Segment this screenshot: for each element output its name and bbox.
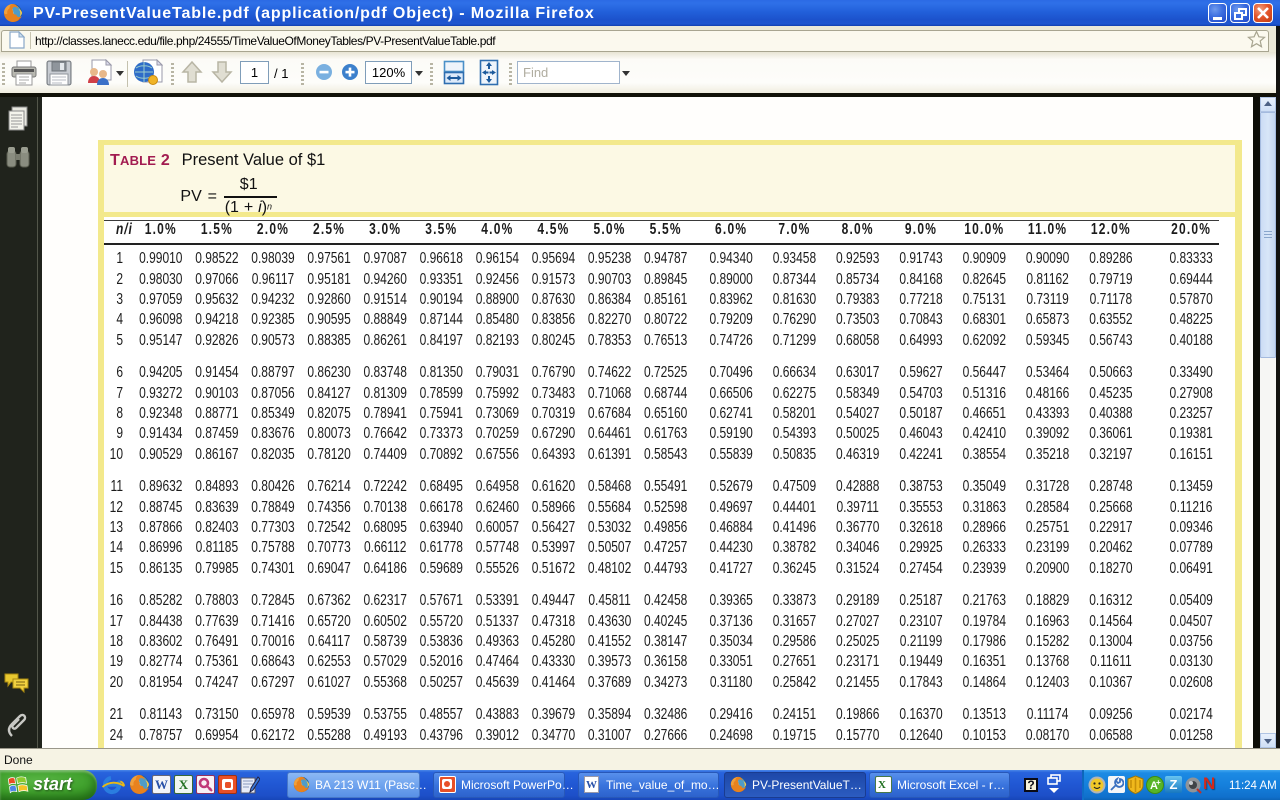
svg-text:+: + [1156,778,1161,787]
